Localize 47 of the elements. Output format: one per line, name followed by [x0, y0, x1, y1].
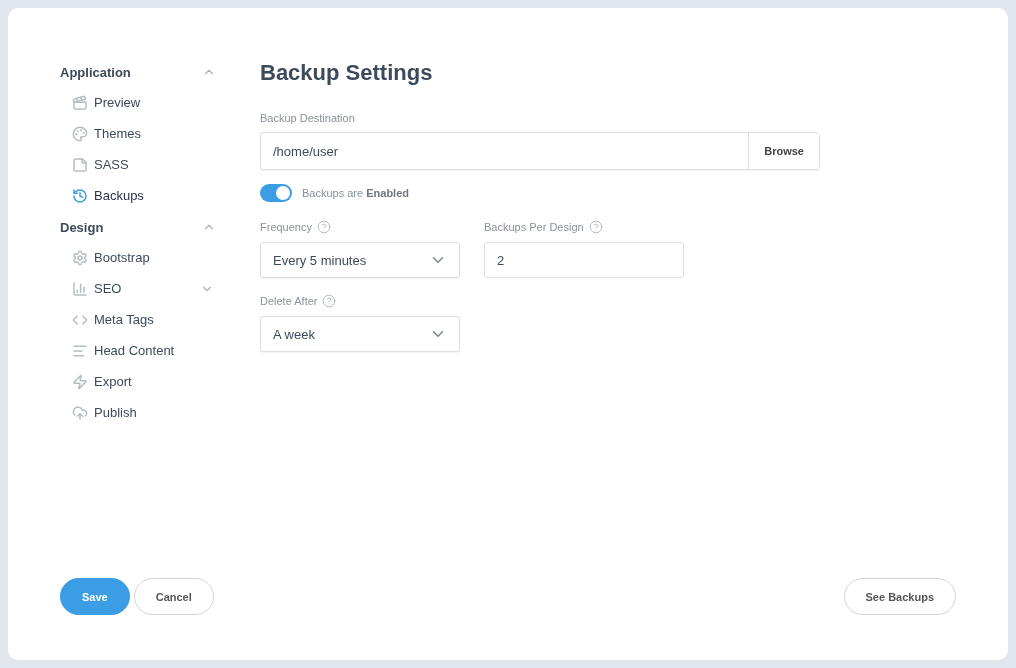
sidebar-item[interactable]: Meta Tags — [60, 304, 216, 335]
sidebar-label: SEO — [94, 281, 123, 296]
cloud-upload-icon — [72, 404, 88, 421]
sidebar-item[interactable]: Themes — [60, 118, 216, 149]
select-field[interactable]: A week — [260, 316, 460, 352]
lightning-icon — [72, 373, 88, 390]
toggle-switch[interactable] — [260, 184, 292, 202]
sidebar-label: Meta Tags — [94, 312, 155, 327]
clapperboard-icon — [72, 94, 88, 111]
field-label: Backups Per Design — [484, 221, 584, 233]
sidebar-item[interactable]: SASS — [60, 149, 216, 180]
page-title: Backup Settings — [260, 60, 434, 86]
sidebar-item[interactable]: Publish — [60, 397, 216, 428]
help-icon[interactable] — [322, 294, 337, 308]
field-label: Backup Destination — [260, 112, 356, 124]
note-icon — [72, 156, 88, 173]
sidebar-label: Bootstrap — [94, 250, 151, 265]
sidebar-item[interactable]: Preview — [60, 87, 216, 118]
bar-chart-icon — [72, 280, 88, 297]
history-icon — [72, 187, 88, 204]
number-field[interactable]: 2 — [484, 242, 684, 278]
sidebar-item[interactable]: SEO — [60, 273, 216, 304]
destination-field[interactable]: /home/user Browse — [260, 132, 820, 170]
help-icon[interactable] — [317, 220, 331, 234]
cancel-button[interactable]: Cancel — [133, 578, 214, 615]
sidebar-label: Backups — [94, 188, 145, 203]
field-label: Delete After — [260, 295, 318, 307]
sidebar-label: SASS — [94, 157, 130, 172]
palette-icon — [72, 125, 88, 142]
select-field[interactable]: Every 5 minutes — [260, 242, 460, 278]
sidebar-label: Head Content — [94, 343, 176, 358]
field-label: Frequency — [260, 221, 312, 233]
sidebar-item[interactable]: Head Content — [60, 335, 216, 366]
toggle-label: Backups are Enabled — [302, 187, 409, 199]
group-title: Design — [60, 219, 104, 235]
gear-icon — [72, 249, 88, 266]
sidebar-label: Themes — [94, 126, 142, 141]
sidebar-label: Preview — [94, 95, 142, 110]
sidebar-label: Export — [94, 374, 133, 389]
group-title: Application — [60, 64, 131, 80]
sidebar-item[interactable]: Export — [60, 366, 216, 397]
see-backups-button[interactable]: See Backups — [843, 578, 956, 615]
sidebar-item[interactable]: Backups — [60, 180, 216, 211]
sidebar-label: Publish — [94, 405, 138, 420]
help-icon[interactable] — [588, 220, 603, 234]
browse-button[interactable]: Browse — [748, 133, 819, 169]
sidebar-item[interactable]: Bootstrap — [60, 242, 216, 273]
